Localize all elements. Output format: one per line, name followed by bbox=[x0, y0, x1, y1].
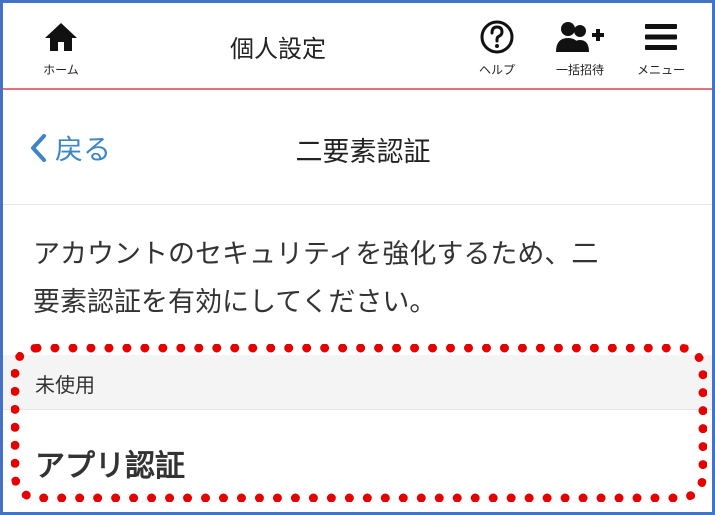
help-icon bbox=[479, 17, 515, 57]
invite-users-icon bbox=[554, 17, 606, 57]
top-navigation-bar: ホーム 個人設定 ヘルプ 一括招待 メニュー bbox=[3, 3, 712, 90]
back-button[interactable]: 戻る bbox=[29, 128, 111, 168]
chevron-left-icon bbox=[31, 134, 46, 162]
home-icon bbox=[43, 17, 79, 57]
subheader: 戻る 二要素認証 bbox=[3, 90, 712, 205]
description-line-1: アカウントのセキュリティを強化するため、二 bbox=[33, 239, 599, 270]
menu-label: メニュー bbox=[636, 63, 685, 77]
invite-label: 一括招待 bbox=[555, 63, 604, 77]
highlight-annotation bbox=[11, 344, 707, 502]
help-label: ヘルプ bbox=[478, 63, 515, 77]
menu-button[interactable]: メニュー bbox=[629, 17, 693, 83]
description-text: アカウントのセキュリティを強化するため、二 要素認証を有効にしてください。 bbox=[33, 231, 693, 327]
app-window: ホーム 個人設定 ヘルプ 一括招待 メニュー 戻る 二要素認証 アカウントのセキ… bbox=[0, 0, 715, 515]
description-line-2: 要素認証を有効にしてください。 bbox=[33, 287, 437, 318]
bulk-invite-button[interactable]: 一括招待 bbox=[543, 17, 617, 83]
help-button[interactable]: ヘルプ bbox=[469, 17, 525, 83]
home-label: ホーム bbox=[43, 63, 79, 77]
page-title: 個人設定 bbox=[230, 35, 326, 63]
back-label: 戻る bbox=[55, 133, 112, 166]
menu-icon bbox=[643, 17, 679, 57]
home-button[interactable]: ホーム bbox=[33, 17, 89, 83]
section-title: 二要素認証 bbox=[295, 137, 431, 168]
